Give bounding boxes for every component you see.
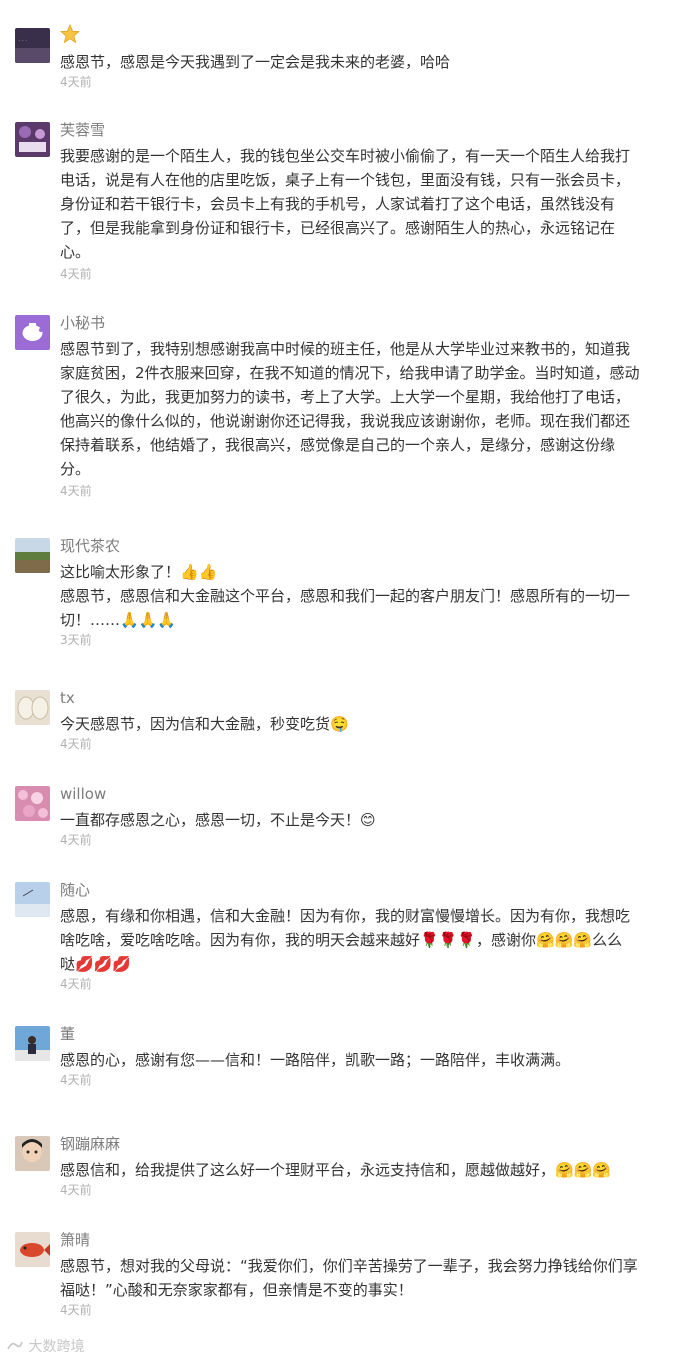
- comment-line: 了很久，为此，我更加努力的读书，考上了大学。上大学一个星期，我给他打了电话，: [60, 388, 631, 406]
- comment-time: 4天前: [60, 977, 92, 991]
- star-icon: [60, 24, 80, 44]
- watermark-text: 大数跨境: [28, 1339, 85, 1355]
- comment-line: 这比喻太形象了！👍👍: [60, 563, 218, 581]
- comment-line: 感恩节到了，我特别想感谢我高中时候的班主任，他是从大学毕业过来教书的，知道我: [60, 340, 631, 358]
- comment-line: 心。: [60, 243, 91, 261]
- user-name[interactable]: tx: [60, 688, 75, 708]
- user-name[interactable]: 箫晴: [60, 1230, 90, 1250]
- comment-line: 家庭贫困，2件衣服来回穿，在我不知道的情况下，给我申请了助学金。当时知道，感动: [60, 364, 640, 382]
- comment-text: 今天感恩节，因为信和大金融，秒变吃货🤤: [60, 712, 680, 736]
- comment-text: 感恩节，感恩是今天我遇到了一定会是我未来的老婆，哈哈: [60, 50, 680, 74]
- comment-line: 了，但是我能拿到身份证和银行卡，已经很高兴了。感谢陌生人的热心，永远铭记在: [60, 219, 616, 237]
- comment-time: 4天前: [60, 737, 92, 751]
- user-avatar[interactable]: [15, 1136, 50, 1171]
- user-avatar[interactable]: · · ·: [15, 28, 50, 63]
- comment-time: 4天前: [60, 267, 92, 281]
- user-avatar[interactable]: [15, 1026, 50, 1061]
- user-name[interactable]: 芙蓉雪: [60, 120, 105, 140]
- comment-line: 感恩，有缘和你相遇，信和大金融！因为有你，我的财富慢慢增长。因为有你，我想吃: [60, 907, 631, 925]
- user-name[interactable]: 小秘书: [60, 313, 105, 333]
- comment-time: 4天前: [60, 484, 92, 498]
- user-avatar[interactable]: [15, 122, 50, 157]
- comment-line: 我要感谢的是一个陌生人，我的钱包坐公交车时被小偷偷了，有一天一个陌生人给我打: [60, 147, 631, 165]
- comment-line: 福哒！”心酸和无奈家家都有，但亲情是不变的事实！: [60, 1281, 413, 1299]
- user-name[interactable]: 随心: [60, 880, 90, 900]
- comment-time: 4天前: [60, 1303, 92, 1317]
- user-avatar[interactable]: [15, 538, 50, 573]
- comment-line: 切！……🙏🙏🙏: [60, 611, 177, 629]
- comment-text: 感恩节到了，我特别想感谢我高中时候的班主任，他是从大学毕业过来教书的，知道我 家…: [60, 337, 680, 481]
- comment-text: 一直都存感恩之心，感恩一切，不止是今天！😊: [60, 808, 680, 832]
- comment-line: 感恩信和，给我提供了这么好一个理财平台，永远支持信和，愿越做越好，🤗🤗🤗: [60, 1161, 612, 1179]
- comment-line: 啥吃啥，爱吃啥吃啥。因为有你，我的明天会越来越好🌹🌹🌹，感谢你🤗🤗🤗么么: [60, 931, 623, 949]
- comment-line: 电话，说是有人在他的店里吃饭，桌子上有一个钱包，里面没有钱，只有一张会员卡，: [60, 171, 631, 189]
- user-avatar[interactable]: [15, 786, 50, 821]
- svg-text:· · ·: · · ·: [19, 38, 27, 44]
- user-name[interactable]: 现代茶农: [60, 536, 120, 556]
- comment-text: 感恩节，想对我的父母说：“我爱你们，你们辛苦操劳了一辈子，我会努力挣钱给你们享 …: [60, 1254, 680, 1302]
- comment-time: 4天前: [60, 833, 92, 847]
- user-avatar[interactable]: [15, 882, 50, 917]
- comment-line: 今天感恩节，因为信和大金融，秒变吃货🤤: [60, 715, 349, 733]
- comment-text: 感恩，有缘和你相遇，信和大金融！因为有你，我的财富慢慢增长。因为有你，我想吃 啥…: [60, 904, 680, 976]
- user-avatar[interactable]: [15, 1232, 50, 1267]
- comment-line: 感恩节，感恩信和大金融这个平台，感恩和我们一起的客户朋友门！感恩所有的一切一: [60, 587, 631, 605]
- user-avatar[interactable]: [15, 690, 50, 725]
- comment-line: 感恩节，想对我的父母说：“我爱你们，你们辛苦操劳了一辈子，我会努力挣钱给你们享: [60, 1257, 638, 1275]
- comment-line: 身份证和若干银行卡，会员卡上有我的手机号，人家试着打了这个电话，虽然钱没有: [60, 195, 616, 213]
- comment-time: 3天前: [60, 633, 92, 647]
- user-name[interactable]: 董: [60, 1024, 75, 1044]
- comment-text: 我要感谢的是一个陌生人，我的钱包坐公交车时被小偷偷了，有一天一个陌生人给我打 电…: [60, 144, 680, 264]
- comment-text: 感恩的心，感谢有您——信和！一路陪伴，凯歌一路；一路陪伴，丰收满满。: [60, 1048, 680, 1072]
- comment-line: 分。: [60, 460, 91, 478]
- comment-line: 一直都存感恩之心，感恩一切，不止是今天！😊: [60, 811, 376, 829]
- comment-line: 他高兴的像什么似的，他说谢谢你还记得我，我说我应该谢谢你，老师。现在我们都还: [60, 412, 631, 430]
- comment-time: 4天前: [60, 1183, 92, 1197]
- comment-text: 这比喻太形象了！👍👍 感恩节，感恩信和大金融这个平台，感恩和我们一起的客户朋友门…: [60, 560, 680, 632]
- comment-line: 哒💋💋💋: [60, 955, 132, 973]
- comment-line: 保持着联系，他结婚了，我很高兴，感觉像是自己的一个亲人，是缘分，感谢这份缘: [60, 436, 616, 454]
- comment-time: 4天前: [60, 1073, 92, 1087]
- comment-time: 4天前: [60, 75, 92, 89]
- watermark: 大数跨境: [6, 1336, 84, 1356]
- user-name[interactable]: willow: [60, 784, 106, 804]
- user-name[interactable]: 钢蹦麻麻: [60, 1134, 120, 1154]
- comment-line: 感恩节，感恩是今天我遇到了一定会是我未来的老婆，哈哈: [60, 53, 451, 71]
- comment-line: 感恩的心，感谢有您——信和！一路陪伴，凯歌一路；一路陪伴，丰收满满。: [60, 1051, 571, 1069]
- logo-icon: [7, 1341, 23, 1350]
- user-avatar[interactable]: [15, 315, 50, 350]
- comment-text: 感恩信和，给我提供了这么好一个理财平台，永远支持信和，愿越做越好，🤗🤗🤗: [60, 1158, 680, 1182]
